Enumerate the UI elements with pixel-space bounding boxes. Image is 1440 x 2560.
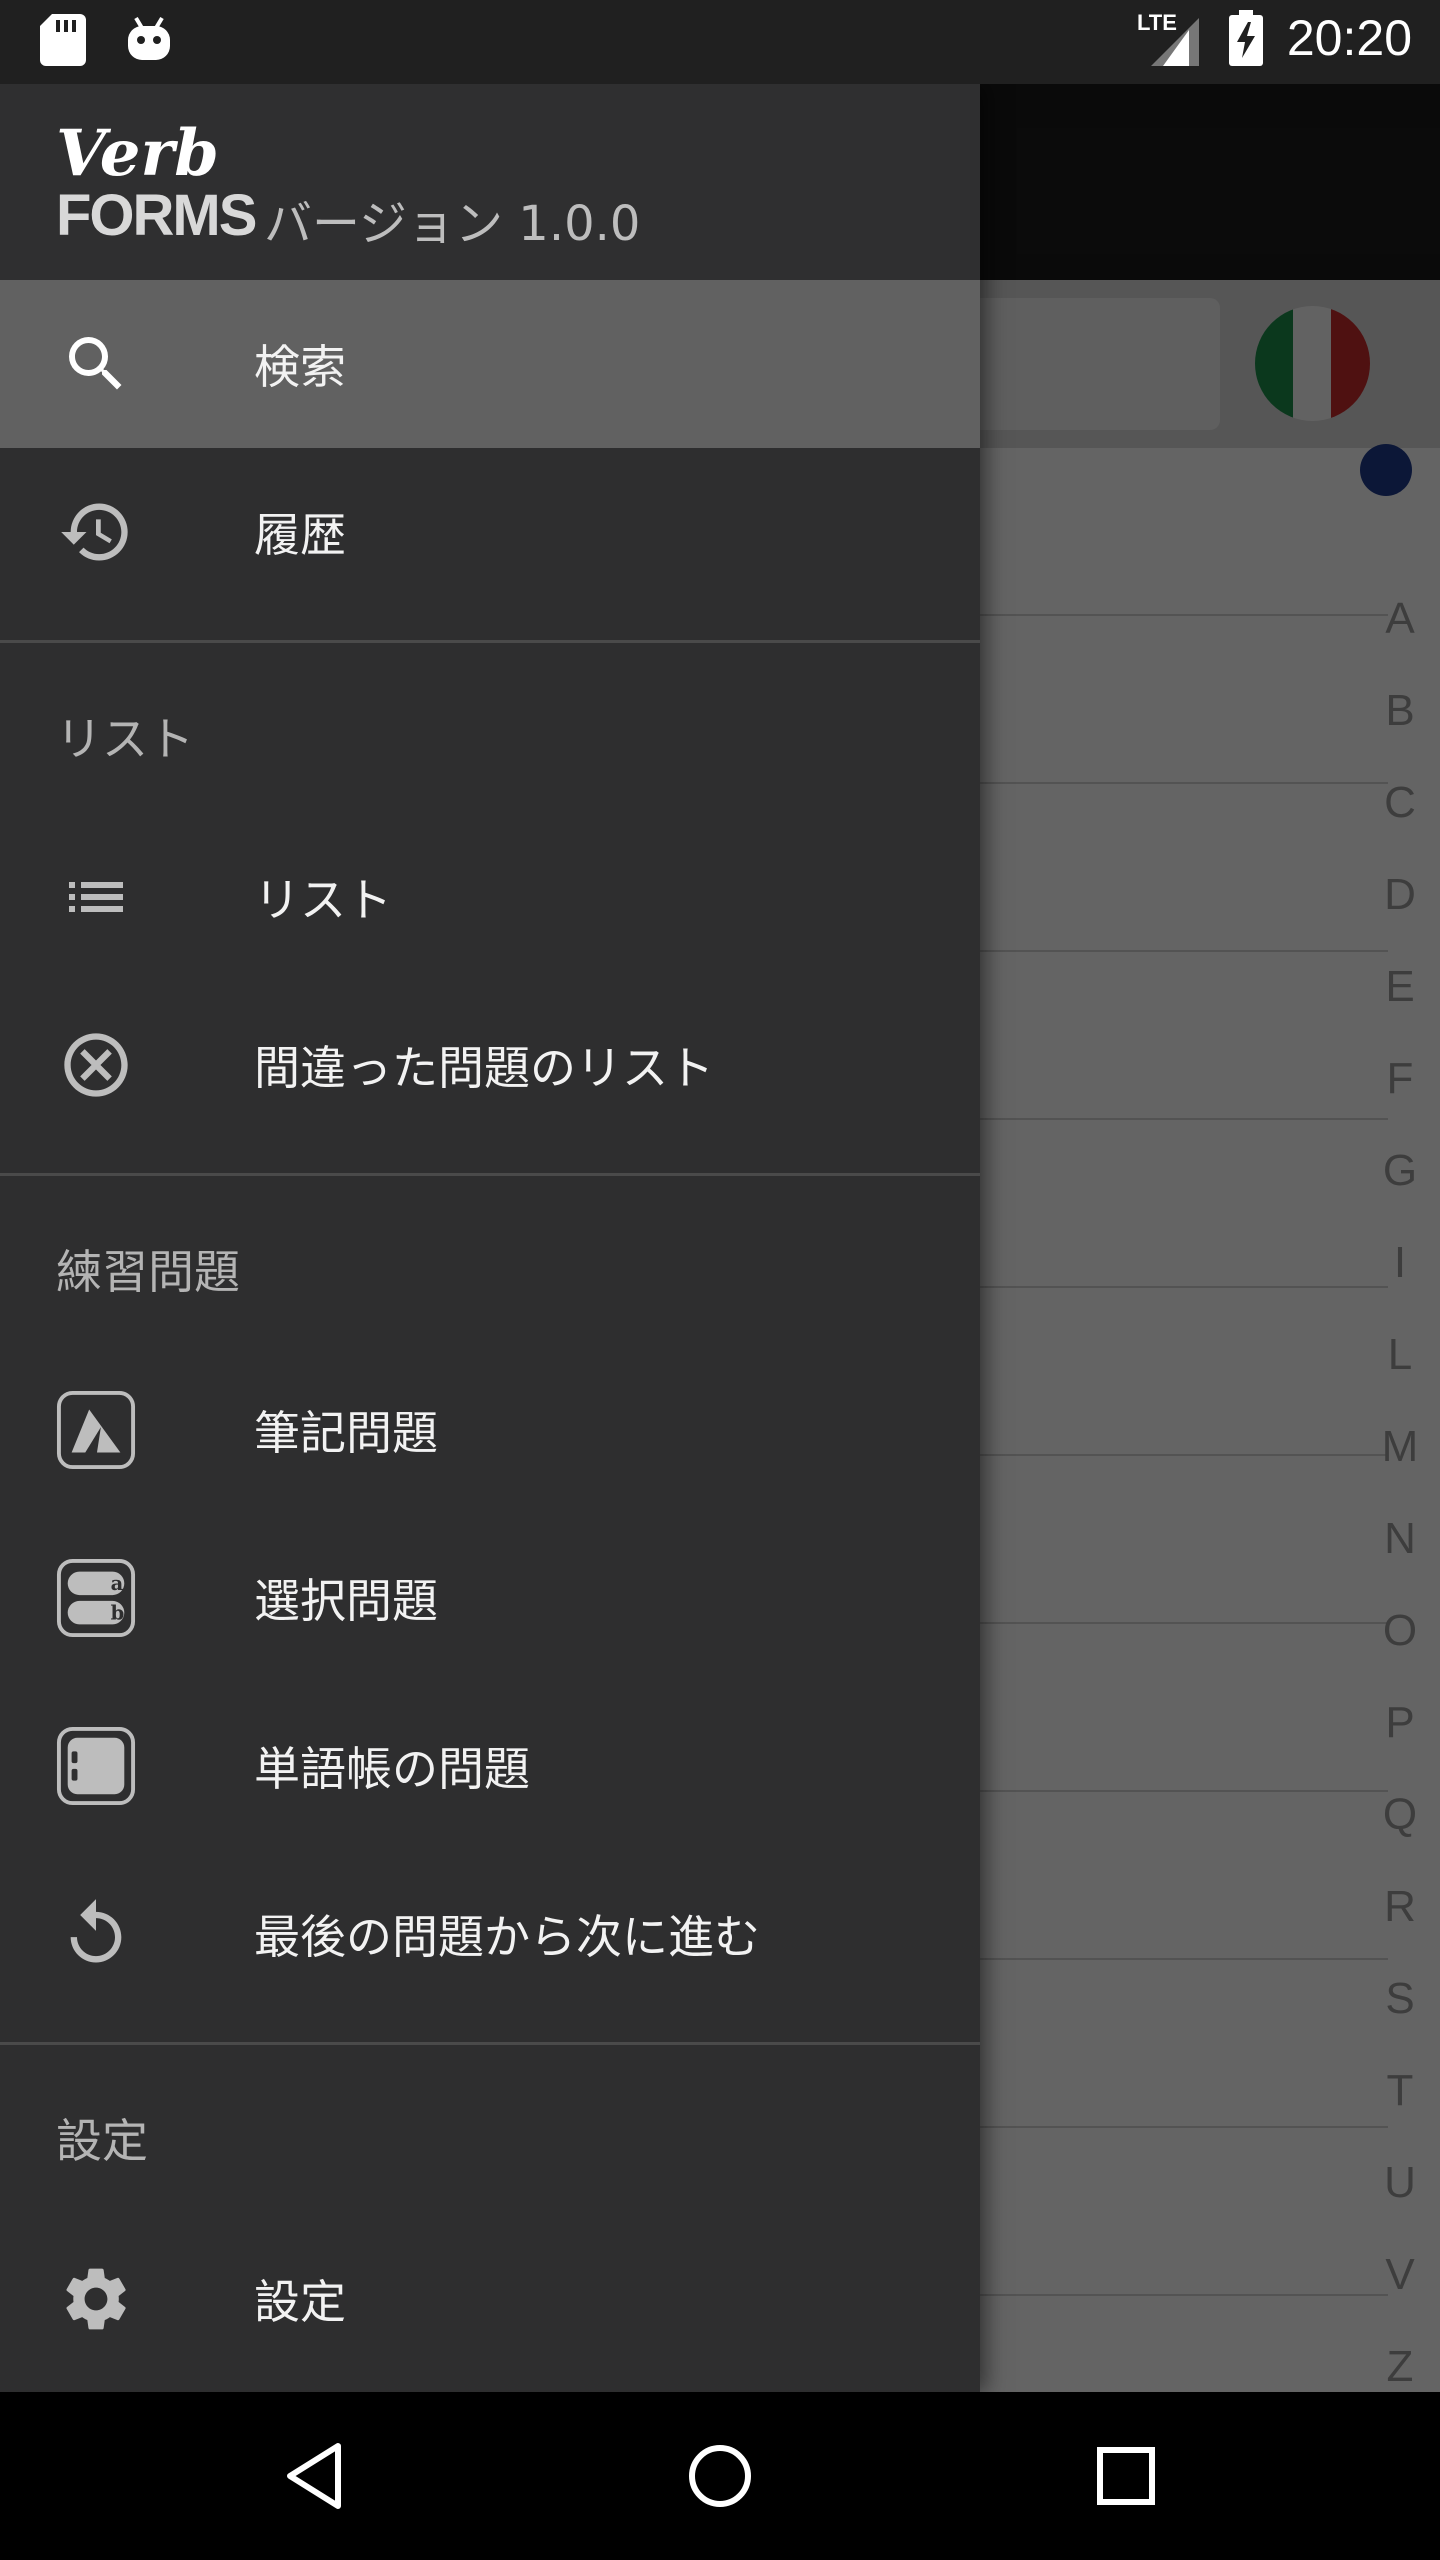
drawer-item-label: 検索 bbox=[254, 340, 346, 394]
section-header-settings: 設定 bbox=[56, 2114, 148, 2168]
flashcard-icon bbox=[56, 1726, 136, 1806]
drawer-item-label: 筆記問題 bbox=[254, 1406, 438, 1460]
sd-card-icon bbox=[40, 14, 86, 66]
drawer-item-label: 最後の問題から次に進む bbox=[254, 1910, 760, 1964]
section-header-lists: リスト bbox=[56, 712, 194, 766]
drawer-header: Verb FORMS バージョン 1.0.0 bbox=[0, 84, 980, 280]
clock: 20:20 bbox=[1286, 10, 1412, 66]
gear-icon bbox=[56, 2259, 136, 2339]
system-navigation-bar bbox=[0, 2392, 1440, 2560]
signal-lte-icon: LTE bbox=[1137, 10, 1199, 66]
home-icon[interactable] bbox=[680, 2436, 760, 2516]
drawer-item-label: 単語帳の問題 bbox=[254, 1742, 530, 1796]
drawer-item-search[interactable]: 検索 bbox=[0, 280, 980, 448]
status-bar: LTE 20:20 bbox=[0, 0, 1440, 84]
navigation-drawer: Verb FORMS バージョン 1.0.0 検索 履歴 リスト リスト 間違っ… bbox=[0, 84, 980, 2392]
drawer-item-wrong-answers-list[interactable]: 間違った問題のリスト bbox=[0, 981, 980, 1149]
back-icon[interactable] bbox=[276, 2436, 356, 2516]
drawer-item-label: 履歴 bbox=[254, 508, 346, 562]
drawer-item-settings[interactable]: 設定 bbox=[0, 2215, 980, 2383]
drawer-item-history[interactable]: 履歴 bbox=[0, 448, 980, 616]
android-debug-icon bbox=[128, 16, 170, 60]
drawer-item-label: 間違った問題のリスト bbox=[254, 1041, 714, 1095]
drawer-item-written-exercise[interactable]: 筆記問題 bbox=[0, 1346, 980, 1514]
drawer-item-resume-exercise[interactable]: 最後の問題から次に進む bbox=[0, 1850, 980, 2018]
resume-icon bbox=[56, 1894, 136, 1974]
battery-charging-icon bbox=[1228, 10, 1263, 66]
drawer-item-label: 選択問題 bbox=[254, 1574, 438, 1628]
app-logo: Verb FORMS bbox=[56, 116, 257, 248]
svg-text:LTE: LTE bbox=[1137, 10, 1177, 35]
drawer-item-lists[interactable]: リスト bbox=[0, 813, 980, 981]
written-exercise-icon bbox=[56, 1390, 136, 1470]
svg-text:a: a bbox=[111, 1572, 124, 1595]
svg-text:b: b bbox=[111, 1601, 125, 1624]
multiple-choice-icon: a b bbox=[56, 1558, 136, 1638]
cancel-circle-icon bbox=[56, 1025, 136, 1105]
drawer-item-label: リスト bbox=[254, 873, 392, 927]
app-version: バージョン 1.0.0 bbox=[264, 196, 641, 252]
search-icon bbox=[56, 324, 136, 404]
recents-icon[interactable] bbox=[1086, 2436, 1166, 2516]
drawer-item-flashcards[interactable]: 単語帳の問題 bbox=[0, 1682, 980, 1850]
section-header-exercises: 練習問題 bbox=[56, 1245, 240, 1299]
list-icon bbox=[56, 857, 136, 937]
drawer-item-multiple-choice[interactable]: a b 選択問題 bbox=[0, 1514, 980, 1682]
drawer-item-label: 設定 bbox=[254, 2275, 346, 2329]
history-icon bbox=[56, 492, 136, 572]
